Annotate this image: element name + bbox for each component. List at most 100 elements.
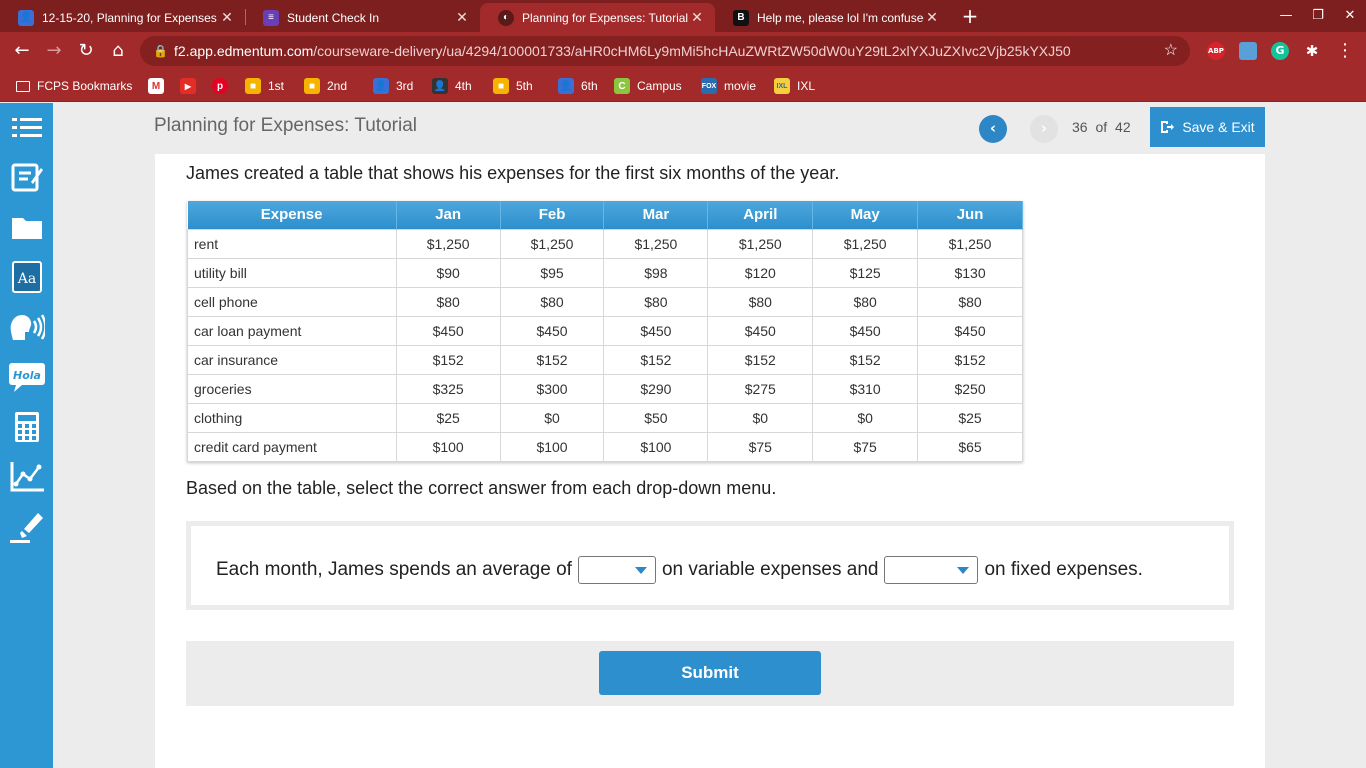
- save-exit-button[interactable]: Save & Exit: [1150, 107, 1265, 147]
- bookmark-2nd[interactable]: ■ 2nd: [304, 76, 347, 96]
- expense-value-cell: $65: [917, 431, 1023, 462]
- expense-value-cell: $125: [812, 257, 919, 288]
- page-current: 36: [1072, 119, 1088, 135]
- close-icon[interactable]: ✕: [454, 9, 470, 26]
- bookmark-label: IXL: [797, 79, 816, 93]
- tab-title: Help me, please lol I'm confused: [757, 10, 924, 25]
- new-tab-button[interactable]: +: [958, 4, 982, 28]
- caret-down-icon: [634, 567, 647, 574]
- highlighter-icon[interactable]: [8, 508, 46, 546]
- next-page-button[interactable]: ›: [1030, 115, 1058, 143]
- bookmark-gmail[interactable]: M: [148, 76, 171, 96]
- notes-icon[interactable]: [8, 158, 46, 196]
- address-bar[interactable]: 🔒 f2.app.edmentum.com/courseware-deliver…: [140, 36, 1190, 66]
- person-icon: 👤: [373, 78, 389, 94]
- bookmark-3rd[interactable]: 👤 3rd: [373, 76, 413, 96]
- page-indicator: 36 of 42: [1072, 119, 1131, 135]
- fixed-expenses-dropdown[interactable]: [884, 556, 979, 584]
- previous-page-button[interactable]: ‹: [979, 115, 1007, 143]
- answer-text-part1: Each month, James spends an average of: [216, 559, 572, 580]
- lesson-header: Planning for Expenses: Tutorial ‹ › 36 o…: [53, 103, 1366, 154]
- menu-icon[interactable]: [8, 109, 46, 147]
- text-to-speech-icon[interactable]: [8, 308, 46, 346]
- caret-down-icon: [957, 567, 970, 574]
- tab-brainly-help[interactable]: B Help me, please lol I'm confused ✕: [715, 3, 950, 32]
- bookmark-pinterest[interactable]: p: [212, 76, 235, 96]
- chevron-left-icon: ‹: [989, 119, 997, 137]
- restore-icon[interactable]: ❐: [1302, 0, 1334, 32]
- close-icon[interactable]: ✕: [219, 9, 235, 26]
- bookmark-label: 5th: [516, 79, 533, 93]
- table-row: car loan payment $450 $450 $450 $450 $450 $450: [187, 315, 1023, 346]
- expense-value-cell: $152: [603, 344, 709, 375]
- bookmark-1st[interactable]: ■ 1st: [245, 76, 284, 96]
- expense-value-cell: $80: [499, 286, 605, 317]
- table-header-row: Expense Jan Feb Mar April May Jun: [187, 201, 1023, 229]
- bookmark-movie[interactable]: FOX movie: [701, 76, 756, 96]
- expense-value-cell: $275: [707, 373, 814, 404]
- ixl-icon: IXL: [774, 78, 790, 94]
- expense-value-cell: $290: [603, 373, 709, 404]
- translate-icon[interactable]: Hola: [8, 358, 46, 396]
- menu-kebab-icon[interactable]: ⋮: [1335, 37, 1355, 65]
- bookmark-label: movie: [724, 79, 757, 93]
- bookmark-4th[interactable]: 👤 4th: [432, 76, 472, 96]
- brainly-icon: B: [733, 9, 749, 26]
- bookmark-campus[interactable]: C Campus: [614, 76, 682, 96]
- expense-value-cell: $152: [707, 344, 814, 375]
- expense-value-cell: $80: [812, 286, 919, 317]
- exit-icon: [1161, 121, 1175, 133]
- expense-value-cell: $1,250: [917, 228, 1023, 259]
- forward-icon[interactable]: →: [40, 37, 68, 65]
- adblock-icon[interactable]: ABP: [1207, 42, 1225, 60]
- bookmark-ixl[interactable]: IXL IXL: [774, 76, 815, 96]
- expense-value-cell: $95: [499, 257, 605, 288]
- submit-button[interactable]: Submit: [599, 651, 821, 695]
- puzzle-icon[interactable]: ✱: [1303, 42, 1321, 60]
- expense-value-cell: $300: [499, 373, 605, 404]
- tab-title: Student Check In: [287, 10, 380, 25]
- bookmark-label: 4th: [455, 79, 472, 93]
- expense-value-cell: $100: [395, 431, 501, 462]
- variable-expenses-dropdown[interactable]: [577, 556, 656, 584]
- bookmark-label: FCPS Bookmarks: [37, 79, 133, 93]
- expense-value-cell: $75: [812, 431, 919, 462]
- tab-planning-tutorial[interactable]: ◐ Planning for Expenses: Tutorial ✕: [480, 3, 715, 32]
- expense-value-cell: $450: [707, 315, 814, 346]
- graph-icon[interactable]: [8, 458, 46, 496]
- reload-icon[interactable]: ↻: [72, 37, 100, 65]
- home-icon[interactable]: ⌂: [104, 37, 132, 65]
- close-window-icon[interactable]: ✕: [1334, 0, 1366, 32]
- tab-title: 12-15-20, Planning for Expenses: [42, 10, 217, 25]
- bookmark-fcps[interactable]: FCPS Bookmarks: [16, 76, 132, 96]
- chevron-right-icon: ›: [1040, 119, 1048, 137]
- close-icon[interactable]: ✕: [689, 9, 705, 26]
- expense-value-cell: $450: [603, 315, 709, 346]
- edmentum-person-icon: 👤: [18, 9, 34, 26]
- grammarly-icon[interactable]: G: [1271, 42, 1289, 60]
- column-header: May: [812, 201, 919, 229]
- bookmark-6th[interactable]: 👤 6th: [558, 76, 598, 96]
- minimize-icon[interactable]: —: [1270, 0, 1302, 32]
- dictionary-icon[interactable]: Aa: [8, 258, 46, 296]
- bookmark-star-icon[interactable]: ☆: [1164, 36, 1178, 66]
- folder-icon[interactable]: [8, 208, 46, 246]
- column-header: Expense: [187, 201, 397, 229]
- expense-name-cell: car insurance: [187, 344, 397, 375]
- column-header: Feb: [500, 201, 605, 229]
- expense-value-cell: $100: [499, 431, 605, 462]
- bookmark-youtube[interactable]: ▶: [180, 76, 203, 96]
- extension-tile-icon[interactable]: [1239, 42, 1257, 60]
- bookmark-5th[interactable]: ■ 5th: [493, 76, 533, 96]
- calculator-icon[interactable]: [8, 408, 46, 446]
- question-prompt: James created a table that shows his exp…: [186, 163, 840, 183]
- gmail-icon: M: [148, 78, 164, 94]
- answer-area: Each month, James spends an average of o…: [186, 521, 1234, 610]
- tab-planning-assignment[interactable]: 👤 12-15-20, Planning for Expenses ✕: [0, 3, 245, 32]
- tab-student-check-in[interactable]: ≡ Student Check In ✕: [245, 3, 480, 32]
- close-icon[interactable]: ✕: [924, 9, 940, 26]
- bookmarks-bar: FCPS Bookmarks M ▶ p ■ 1st ■ 2nd 👤 3rd 👤…: [0, 70, 1366, 102]
- back-icon[interactable]: ←: [8, 37, 36, 65]
- expenses-table: Expense Jan Feb Mar April May Jun rent $1…: [187, 201, 1023, 462]
- expense-value-cell: $450: [499, 315, 605, 346]
